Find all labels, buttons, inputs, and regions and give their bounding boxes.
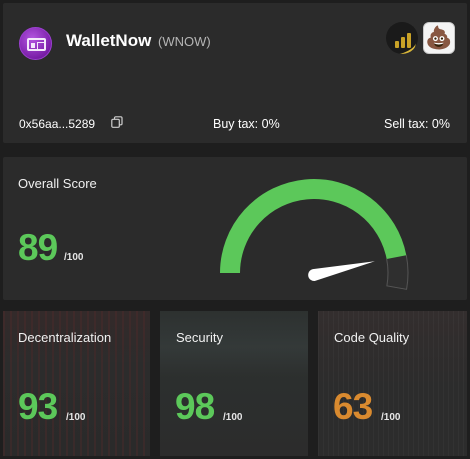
decentralization-card: Decentralization 93 /100	[3, 311, 150, 456]
buy-tax: Buy tax: 0%	[213, 117, 280, 131]
security-denominator: /100	[223, 412, 243, 423]
token-logo-icon	[19, 27, 52, 60]
overall-score-gauge	[220, 179, 409, 290]
gauge-fill	[220, 179, 407, 274]
token-header-card: WalletNow (WNOW) 💩 0x56aa...5289 Buy tax…	[3, 3, 467, 143]
contract-address: 0x56aa...5289	[19, 117, 96, 131]
security-card: Security 98 /100	[160, 311, 308, 456]
security-title: Security	[176, 330, 223, 345]
token-symbol: (WNOW)	[158, 34, 211, 49]
copy-icon[interactable]	[111, 116, 123, 128]
gauge-needle	[308, 261, 375, 281]
decentralization-denominator: /100	[66, 412, 86, 423]
overall-score-card: Overall Score 89 /100	[3, 157, 467, 300]
poop-badge-icon[interactable]: 💩	[423, 22, 455, 54]
sell-tax: Sell tax: 0%	[383, 117, 450, 131]
decentralization-title: Decentralization	[18, 330, 112, 345]
code-quality-score: 63	[333, 386, 373, 427]
decentralization-score: 93	[18, 386, 58, 427]
security-score: 98	[175, 386, 215, 427]
code-quality-denominator: /100	[381, 412, 401, 423]
code-quality-card: Code Quality 63 /100	[318, 311, 467, 456]
overall-score-title: Overall Score	[18, 176, 97, 191]
overall-score-denominator: /100	[64, 252, 84, 263]
chart-badge-icon[interactable]	[386, 22, 418, 54]
overall-score-value: 89	[18, 227, 58, 268]
code-quality-title: Code Quality	[334, 330, 410, 345]
token-name: WalletNow	[66, 31, 152, 50]
